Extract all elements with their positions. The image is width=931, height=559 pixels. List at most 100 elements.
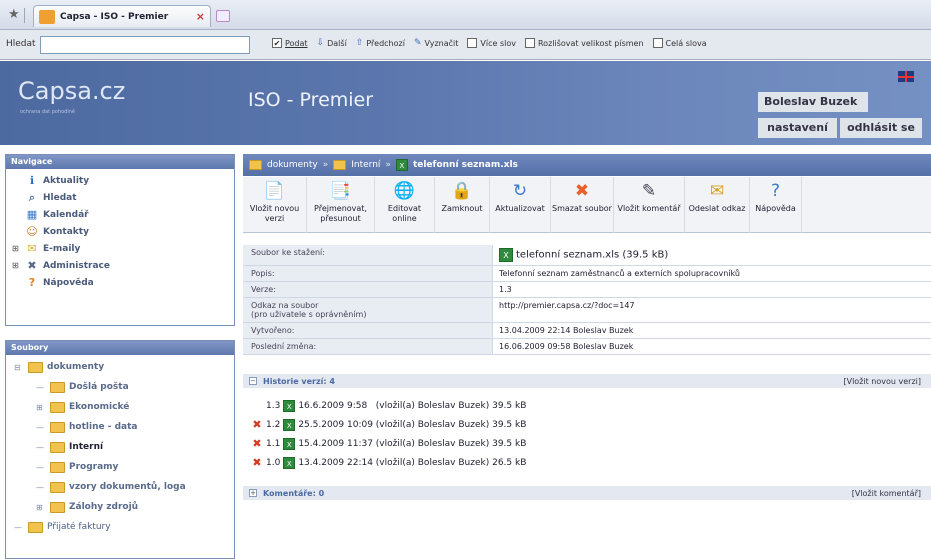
tree-item[interactable]: — Došlá pošta (10, 377, 234, 397)
property-row: Poslední změna: 16.06.2009 09:58 Boleslav… (243, 339, 931, 355)
nav-item-label: Kontakty (43, 226, 89, 237)
download-link[interactable]: telefonní seznam.xls (39.5 kB) (516, 250, 668, 261)
tree-item[interactable]: — Programy (10, 457, 234, 477)
comments-header[interactable]: + Komentáře: 0 [Vložit komentář] (243, 486, 931, 500)
browser-tab[interactable]: Capsa - ISO - Premier × (33, 5, 211, 27)
contacts-icon: ☺ (26, 225, 38, 238)
find-input[interactable] (40, 36, 250, 54)
bookmark-star-icon[interactable]: ★ (8, 7, 20, 22)
toolbar-button[interactable]: 🔒 Zamknout (435, 177, 490, 233)
toolbar-button[interactable]: ✖ Smazat soubor (551, 177, 614, 233)
excel-file-icon[interactable]: X (283, 456, 296, 469)
send-mail-icon: ✉ (709, 181, 725, 201)
tree-item-label: Ekonomické (69, 402, 130, 412)
expand-icon[interactable]: + (249, 489, 257, 497)
new-tab-button[interactable] (216, 10, 230, 22)
language-flag-icon[interactable] (898, 71, 914, 82)
history-row[interactable]: ✖ 1.0 X 13.4.2009 22:14 (vložil(a) Boleslav… (243, 453, 931, 472)
expand-icon[interactable]: ⊞ (12, 261, 21, 270)
help-icon: ? (28, 276, 36, 289)
arrow-up-icon: ⇧ (355, 38, 364, 48)
find-option[interactable]: ✎ Vyznačit (414, 38, 458, 48)
toolbar-button-label: Vložit novou verzi (249, 204, 300, 223)
find-option[interactable]: ✔ Podat (272, 38, 308, 48)
find-option-checkbox[interactable]: ✔ (272, 38, 282, 48)
find-option[interactable]: Rozlišovat velikost písmen (524, 38, 644, 48)
nav-item-label: Aktuality (43, 175, 90, 186)
envelope-icon: ✉ (27, 242, 37, 255)
info-icon: ℹ (29, 174, 35, 187)
tree-item-label: vzory dokumentů, loga (69, 482, 186, 492)
nav-item-label: Hledat (43, 192, 77, 203)
history-row[interactable]: ✖ 1.2 X 25.5.2009 10:09 (vložil(a) Boleslav… (243, 415, 931, 434)
toolbar-button-label: Smazat soubor (552, 204, 612, 213)
property-value: Telefonní seznam zaměstnanců a externích… (499, 269, 740, 278)
property-row: Verze: 1.3 (243, 282, 931, 298)
tree-item[interactable]: ⊞ Zálohy zdrojů (10, 497, 234, 517)
tree-toggle-icon[interactable]: ⊟ (14, 363, 24, 372)
delete-icon[interactable]: ✖ (251, 437, 263, 450)
toolbar-button[interactable]: 📄 Vložit novou verzi (243, 177, 307, 233)
excel-file-icon: X (499, 248, 513, 262)
nav-item[interactable]: ⌕ Hledat (12, 189, 234, 206)
lock-icon: 🔒 (451, 181, 473, 201)
find-option-checkbox[interactable] (524, 38, 535, 48)
nav-item[interactable]: ⊞ ✖ Administrace (12, 257, 234, 274)
nav-item[interactable]: ⊞ ✉ E-maily (12, 240, 234, 257)
insert-version-link[interactable]: [Vložit novou verzi] (843, 377, 931, 386)
breadcrumb-link[interactable]: dokumenty (267, 160, 318, 170)
nav-item[interactable]: ☺ Kontakty (12, 223, 234, 240)
breadcrumb: dokumenty » Interní » Xtelefonní seznam.xls (243, 154, 931, 176)
tree-item[interactable]: — vzory dokumentů, loga (10, 477, 234, 497)
tree-item[interactable]: — hotline - data (10, 417, 234, 437)
history-header[interactable]: − Historie verzí: 4 [Vložit novou verzi] (243, 374, 931, 388)
insert-comment-link[interactable]: [Vložit komentář] (852, 489, 931, 498)
tree-item[interactable]: — Interní (10, 437, 234, 457)
delete-icon[interactable]: ✖ (251, 418, 263, 431)
tree-item[interactable]: ⊞ Ekonomické (10, 397, 234, 417)
find-option-checkbox[interactable] (467, 38, 478, 48)
tools-icon: ✖ (27, 259, 37, 272)
nav-item[interactable]: ▦ Kalendář (12, 206, 234, 223)
tree-item-label: Interní (69, 442, 104, 452)
property-value: 16.06.2009 09:58 Boleslav Buzek (499, 342, 634, 351)
excel-file-icon[interactable]: X (283, 437, 296, 450)
history-row[interactable]: 1.3 X 16.6.2009 9:58 (vložil(a) Boleslav B… (243, 396, 931, 415)
breadcrumb-link[interactable]: Interní (351, 160, 380, 170)
settings-button[interactable]: nastavení (758, 118, 837, 138)
folder-tree: ⊟ dokumenty — Došlá pošta ⊞ Ekonomické — hotlin… (6, 355, 234, 537)
toolbar-button[interactable]: ↻ Aktualizovat (490, 177, 551, 233)
nav-item[interactable]: ? Nápověda (12, 274, 234, 291)
tree-item[interactable]: ⊟ dokumenty (10, 357, 234, 377)
nav-item[interactable]: ℹ Aktuality (12, 172, 234, 189)
tree-toggle-icon[interactable]: ⊞ (36, 503, 46, 512)
site-logo[interactable]: Capsa.cz (18, 77, 125, 105)
tree-item[interactable]: — Přijaté faktury (10, 517, 234, 537)
toolbar-button[interactable]: ✎ Vložit komentář (614, 177, 685, 233)
find-option[interactable]: ⇩ Další (317, 38, 347, 48)
excel-file-icon[interactable]: X (283, 418, 296, 431)
history-row[interactable]: ✖ 1.1 X 15.4.2009 11:37 (vložil(a) Boleslav… (243, 434, 931, 453)
tab-close-icon[interactable]: × (196, 10, 205, 23)
find-option[interactable]: Více slov (467, 38, 516, 48)
toolbar-button[interactable]: ✉ Odeslat odkaz (685, 177, 750, 233)
find-option-checkbox[interactable] (652, 38, 663, 48)
find-option[interactable]: Celá slova (652, 38, 707, 48)
toolbar-button[interactable]: 📑 Přejmenovat, přesunout (307, 177, 375, 233)
excel-file-icon[interactable]: X (283, 399, 296, 412)
tree-toggle-icon[interactable]: ⊞ (36, 403, 46, 412)
toolbar-button-label: Zamknout (441, 204, 483, 213)
collapse-icon[interactable]: − (249, 377, 257, 385)
logout-button[interactable]: odhlásit se (840, 118, 922, 138)
property-value: http://premier.capsa.cz/?doc=147 (499, 301, 635, 310)
find-label: Hledat (6, 39, 36, 49)
toolbar-button[interactable]: ? Nápověda (750, 177, 802, 233)
property-value[interactable]: Xtelefonní seznam.xls (39.5 kB) (493, 245, 931, 265)
file-properties: Soubor ke stažení: Xtelefonní seznam.xls … (243, 245, 931, 355)
find-option[interactable]: ⇧ Předchozí (356, 38, 405, 48)
delete-icon[interactable]: ✖ (251, 456, 263, 469)
tree-item-label: Došlá pošta (69, 382, 129, 392)
folder-icon (50, 401, 65, 413)
expand-icon[interactable]: ⊞ (12, 244, 21, 253)
toolbar-button[interactable]: 🌐 Editovat online (375, 177, 435, 233)
